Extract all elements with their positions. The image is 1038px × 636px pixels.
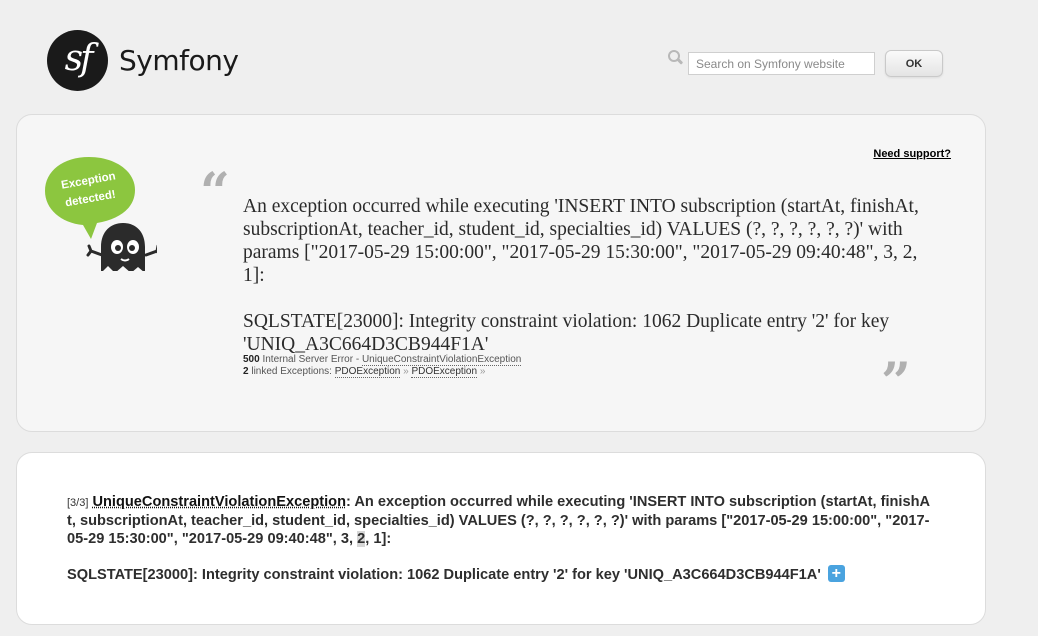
linked-count: 2 xyxy=(243,366,249,377)
linked-exception-link[interactable]: PDOException xyxy=(411,366,478,378)
exception-detail-panel: [3/3] UniqueConstraintViolationException… xyxy=(16,452,986,625)
breadcrumb-separator-icon: » xyxy=(479,366,486,377)
search-ok-button[interactable]: OK xyxy=(885,50,943,77)
breadcrumb-separator-icon: » xyxy=(403,366,409,377)
exception-counter: [3/3] xyxy=(67,497,89,509)
logo-glyph: sf xyxy=(64,37,94,79)
search-icon xyxy=(667,49,684,65)
exception-detail-heading: [3/3] UniqueConstraintViolationException… xyxy=(67,493,937,548)
exception-detail: [3/3] UniqueConstraintViolationException… xyxy=(67,493,937,584)
symfony-logo-icon: sf xyxy=(47,30,108,91)
exception-meta: 500 Internal Server Error - UniqueConstr… xyxy=(243,354,522,378)
exception-detail-sqlstate-line: SQLSTATE[23000]: Integrity constraint vi… xyxy=(67,565,937,584)
expand-trace-button[interactable]: + xyxy=(827,565,845,583)
exception-class-name: UniqueConstraintViolationException xyxy=(92,494,346,510)
exception-message: An exception occurred while executing 'I… xyxy=(243,195,933,356)
need-support-link[interactable]: Need support? xyxy=(873,148,951,160)
exception-message-sqlstate: SQLSTATE[23000]: Integrity constraint vi… xyxy=(243,311,890,355)
exception-message-query: An exception occurred while executing 'I… xyxy=(243,196,919,286)
exception-class-abbr: UniqueConstraintViolationException xyxy=(361,354,522,366)
symfony-logo[interactable]: sf Symfony xyxy=(47,30,239,91)
brand-name: Symfony xyxy=(119,44,239,77)
status-text: Internal Server Error xyxy=(262,354,354,365)
linked-label: linked Exceptions: xyxy=(251,366,332,377)
exception-detail-text-end: , 1]: xyxy=(365,531,392,547)
linked-exception-link[interactable]: PDOException xyxy=(334,366,401,378)
exception-summary-panel: Need support? Exception detected! “ An e… xyxy=(16,114,986,432)
quote-close-icon: ” xyxy=(881,352,911,413)
linked-exceptions-line: 2 linked Exceptions: PDOException » PDOE… xyxy=(243,366,521,378)
search-input[interactable] xyxy=(688,52,875,75)
exception-ghost-icon: Exception detected! xyxy=(45,157,157,271)
status-code: 500 xyxy=(243,354,260,365)
exception-detail-sqlstate: SQLSTATE[23000]: Integrity constraint vi… xyxy=(67,567,821,583)
quote-open-icon: “ xyxy=(200,162,230,223)
status-separator: - xyxy=(353,354,362,365)
status-line: 500 Internal Server Error - UniqueConstr… xyxy=(243,354,522,366)
search-form: OK xyxy=(667,49,943,77)
